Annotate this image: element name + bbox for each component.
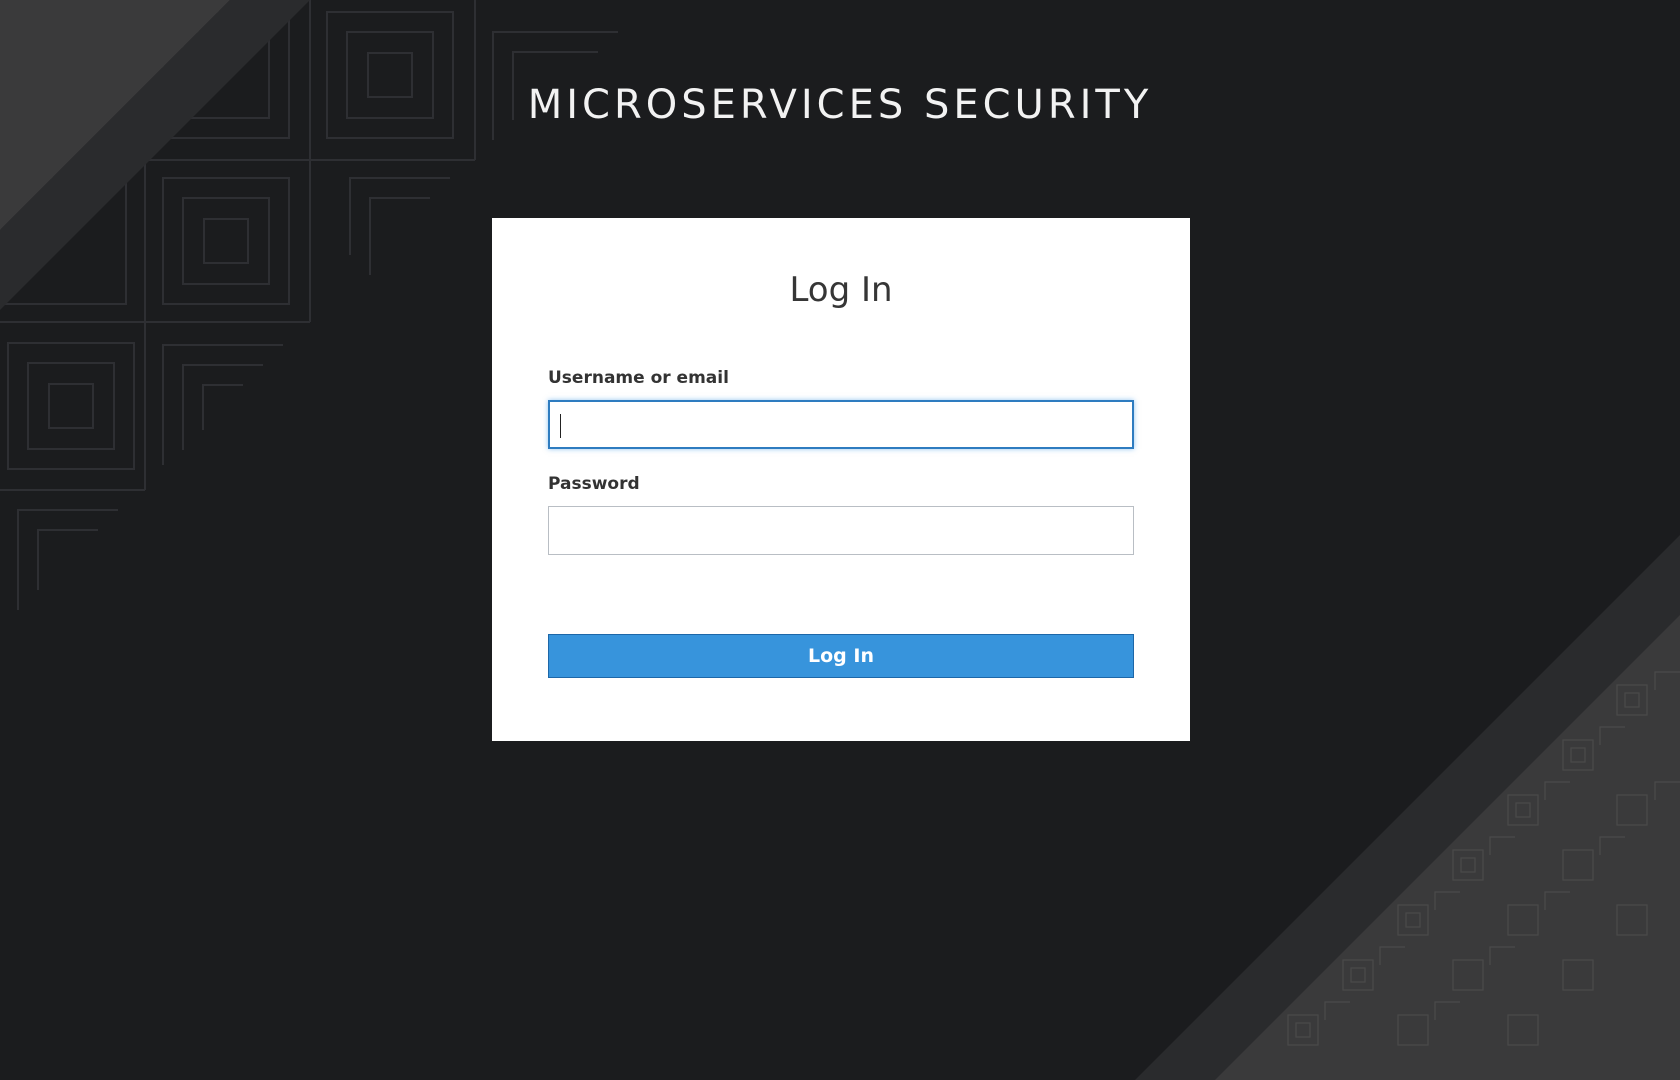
password-input[interactable] bbox=[548, 506, 1134, 555]
username-label: Username or email bbox=[548, 368, 729, 388]
login-card: Log In Username or email Password Log In bbox=[492, 218, 1190, 741]
login-heading: Log In bbox=[789, 270, 893, 310]
text-caret bbox=[560, 414, 561, 438]
password-label: Password bbox=[548, 474, 640, 494]
login-button[interactable]: Log In bbox=[548, 634, 1134, 678]
username-input[interactable] bbox=[548, 400, 1134, 449]
realm-title: MICROSERVICES SECURITY bbox=[527, 82, 1153, 128]
